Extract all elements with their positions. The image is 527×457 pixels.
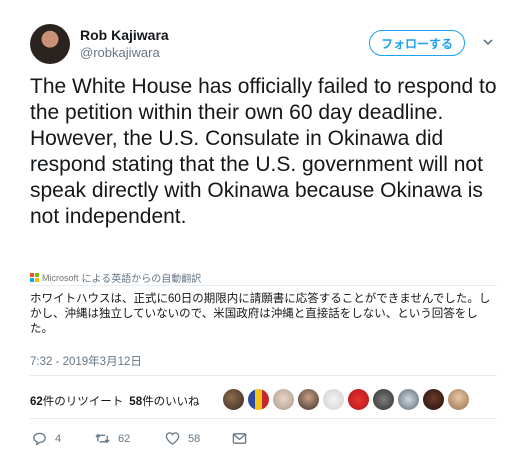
avatar[interactable] — [30, 24, 70, 64]
liker-avatar[interactable] — [422, 388, 445, 411]
retweet-icon — [95, 433, 110, 444]
translated-text: ホワイトハウスは、正式に60日の期限内に請願書に応答することができませんでした。… — [30, 293, 491, 335]
user-display-name[interactable]: Rob Kajiwara — [80, 27, 169, 43]
retweet-stat-count: 62 — [30, 396, 43, 408]
liker-avatar[interactable] — [322, 388, 345, 411]
liker-avatar[interactable] — [297, 388, 320, 411]
liker-avatar[interactable] — [272, 388, 295, 411]
liker-avatar[interactable] — [447, 388, 470, 411]
liker-avatars — [222, 388, 470, 411]
tweet-timestamp[interactable]: 7:32 - 2019年3月12日 — [30, 353, 142, 369]
liker-avatar[interactable] — [247, 388, 270, 411]
like-stat-count: 58 — [129, 396, 143, 408]
like-icon — [165, 432, 180, 445]
tweet-text: The White House has officially failed to… — [30, 75, 497, 228]
reply-icon — [33, 432, 46, 446]
follow-button[interactable]: フォローする — [369, 30, 465, 56]
tweet-stats: 62件のリツイート 58件のいいね — [30, 393, 200, 409]
reply-count: 4 — [55, 432, 62, 445]
divider — [30, 375, 497, 376]
retweet-stat[interactable]: 62件のリツイート — [30, 393, 123, 409]
liker-avatar[interactable] — [222, 388, 245, 411]
message-icon — [232, 433, 247, 444]
chevron-down-icon[interactable] — [481, 35, 495, 49]
like-stat-label: 件のいいね — [142, 396, 200, 408]
translation-header: Microsoft による英語からの自動翻訳 — [30, 270, 201, 285]
user-handle[interactable]: @robkajiwara — [80, 45, 160, 60]
direct-message-button[interactable] — [232, 431, 247, 446]
reply-button[interactable]: 4 — [32, 431, 61, 446]
liker-avatar[interactable] — [397, 388, 420, 411]
like-button[interactable]: 58 — [165, 431, 200, 446]
like-stat[interactable]: 58件のいいね — [129, 393, 199, 409]
divider — [30, 418, 497, 419]
divider — [30, 285, 497, 286]
retweet-button[interactable]: 62 — [95, 431, 130, 446]
translation-provider: Microsoft — [42, 272, 79, 283]
retweet-stat-label: 件のリツイート — [42, 396, 124, 408]
liker-avatar[interactable] — [372, 388, 395, 411]
retweet-count: 62 — [118, 432, 131, 445]
microsoft-logo-icon — [30, 273, 39, 282]
liker-avatar[interactable] — [347, 388, 370, 411]
translation-header-text: による英語からの自動翻訳 — [81, 274, 202, 285]
like-count: 58 — [188, 432, 201, 445]
